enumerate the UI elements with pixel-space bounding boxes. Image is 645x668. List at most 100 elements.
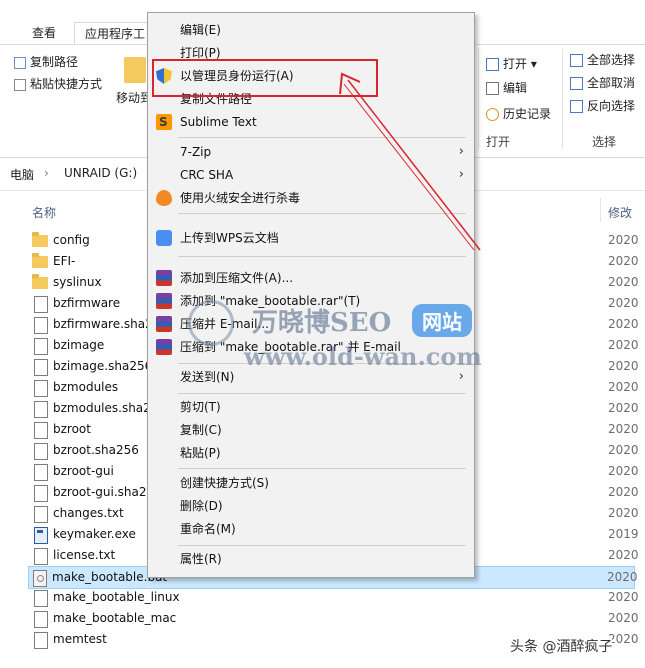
paste-shortcut-button[interactable]: 粘贴快捷方式 xyxy=(14,75,102,93)
file-icon xyxy=(34,485,48,502)
file-date: 2020 xyxy=(608,443,639,457)
select-all-icon xyxy=(570,54,583,67)
file-date: 2020 xyxy=(608,611,639,625)
select-all-button[interactable]: 全部选择 xyxy=(570,51,635,69)
paste-shortcut-icon xyxy=(14,78,26,91)
file-date: 2020 xyxy=(608,401,639,415)
file-icon xyxy=(34,296,48,313)
file-icon xyxy=(34,401,48,418)
file-date: 2020 xyxy=(608,590,639,604)
menu-item-delete[interactable]: 删除(D) xyxy=(148,495,474,517)
credit-text: 头条 @酒醉疯子 xyxy=(510,636,613,656)
file-name: make_bootable_mac xyxy=(53,611,177,625)
copy-path-icon xyxy=(14,56,26,69)
menu-separator xyxy=(178,393,466,394)
file-name: keymaker.exe xyxy=(53,527,136,541)
watermark-brand: 万晓博SEO xyxy=(252,308,392,338)
select-none-icon xyxy=(570,77,583,90)
file-date: 2020 xyxy=(608,296,639,310)
group-divider xyxy=(562,49,563,149)
menu-item-edit[interactable]: 编辑(E) xyxy=(148,19,474,41)
file-icon xyxy=(34,632,48,649)
folder-icon xyxy=(32,274,48,289)
file-date: 2020 xyxy=(608,380,639,394)
file-row[interactable]: make_bootable_linux 2020 xyxy=(30,587,639,608)
menu-item-add-archive[interactable]: 添加到压缩文件(A)... xyxy=(148,267,474,289)
file-name: bzroot.sha256 xyxy=(53,443,139,457)
file-name: bzmodules xyxy=(53,380,119,394)
winrar-icon xyxy=(156,339,172,355)
menu-separator xyxy=(178,468,466,469)
breadcrumb-separator-icon: › xyxy=(44,166,49,180)
menu-item-rename[interactable]: 重命名(M) xyxy=(148,518,474,540)
file-name: bzfirmware xyxy=(53,296,121,310)
file-date: 2020 xyxy=(607,570,638,584)
file-date: 2020 xyxy=(608,485,639,499)
file-icon xyxy=(34,548,48,565)
file-name: make_bootable_linux xyxy=(53,590,180,604)
file-date: 2020 xyxy=(608,317,639,331)
file-date: 2020 xyxy=(608,464,639,478)
file-name: syslinux xyxy=(53,275,102,289)
copy-path-button[interactable]: 复制路径 xyxy=(14,53,78,71)
exe-file-icon xyxy=(34,527,48,544)
file-name: changes.txt xyxy=(53,506,124,520)
file-row[interactable]: make_bootable_mac 2020 xyxy=(30,608,639,629)
file-icon xyxy=(34,506,48,523)
file-date: 2020 xyxy=(608,338,639,352)
tab-app-tools[interactable]: 应用程序工 xyxy=(74,22,157,45)
watermark-url: www.old-wan.com xyxy=(244,342,482,371)
file-date: 2020 xyxy=(608,632,639,646)
menu-item-paste[interactable]: 粘贴(P) xyxy=(148,442,474,464)
file-date: 2020 xyxy=(608,233,639,247)
file-date: 2020 xyxy=(608,506,639,520)
annotation-arrow xyxy=(339,72,481,251)
select-group-label: 选择 xyxy=(592,135,617,149)
file-name: bzroot-gui xyxy=(53,464,114,478)
file-icon xyxy=(34,380,48,397)
file-name: bzmodules.sha2 xyxy=(53,401,151,415)
breadcrumb-drive[interactable]: UNRAID (G:) xyxy=(64,166,137,180)
menu-item-copy[interactable]: 复制(C) xyxy=(148,419,474,441)
watermark-badge: 网站 xyxy=(412,304,472,337)
watermark-logo-icon xyxy=(188,300,234,346)
file-icon xyxy=(34,359,48,376)
tab-view[interactable]: 查看 xyxy=(32,22,56,44)
file-date: 2019 xyxy=(608,527,639,541)
select-none-button[interactable]: 全部取消 xyxy=(570,74,635,92)
edit-button[interactable]: 编辑 xyxy=(486,79,527,97)
file-date: 2020 xyxy=(608,422,639,436)
column-header-name[interactable]: 名称 xyxy=(32,204,56,221)
file-icon xyxy=(34,464,48,481)
sublime-text-icon xyxy=(156,111,172,133)
menu-item-properties[interactable]: 属性(R) xyxy=(148,548,474,570)
file-name: bzfirmware.sha2 xyxy=(53,317,153,331)
menu-separator xyxy=(178,545,466,546)
history-button[interactable]: 历史记录 xyxy=(486,105,551,123)
file-name: memtest xyxy=(53,632,107,646)
file-name: bzroot-gui.sha2 xyxy=(53,485,147,499)
open-button[interactable]: 打开 ▾ xyxy=(486,55,537,73)
file-name: bzimage.sha256 xyxy=(53,359,153,373)
file-name: license.txt xyxy=(53,548,116,562)
wps-cloud-icon xyxy=(156,230,172,246)
menu-item-cut[interactable]: 剪切(T) xyxy=(148,396,474,418)
folder-icon xyxy=(32,253,48,268)
winrar-icon xyxy=(156,293,172,309)
file-icon xyxy=(34,317,48,334)
file-icon xyxy=(34,611,48,628)
file-name: bzroot xyxy=(53,422,91,436)
invert-selection-icon xyxy=(570,100,583,113)
breadcrumb-pc[interactable]: 电脑 xyxy=(10,166,34,183)
invert-selection-button[interactable]: 反向选择 xyxy=(570,97,635,115)
column-divider xyxy=(600,198,601,222)
column-header-modified[interactable]: 修改 xyxy=(608,204,632,221)
arrow-line xyxy=(347,79,481,251)
batch-file-icon xyxy=(33,570,47,587)
file-date: 2020 xyxy=(608,254,639,268)
arrow-line xyxy=(343,83,475,251)
file-icon xyxy=(34,443,48,460)
file-icon xyxy=(34,422,48,439)
file-date: 2020 xyxy=(608,275,639,289)
menu-item-create-shortcut[interactable]: 创建快捷方式(S) xyxy=(148,472,474,494)
